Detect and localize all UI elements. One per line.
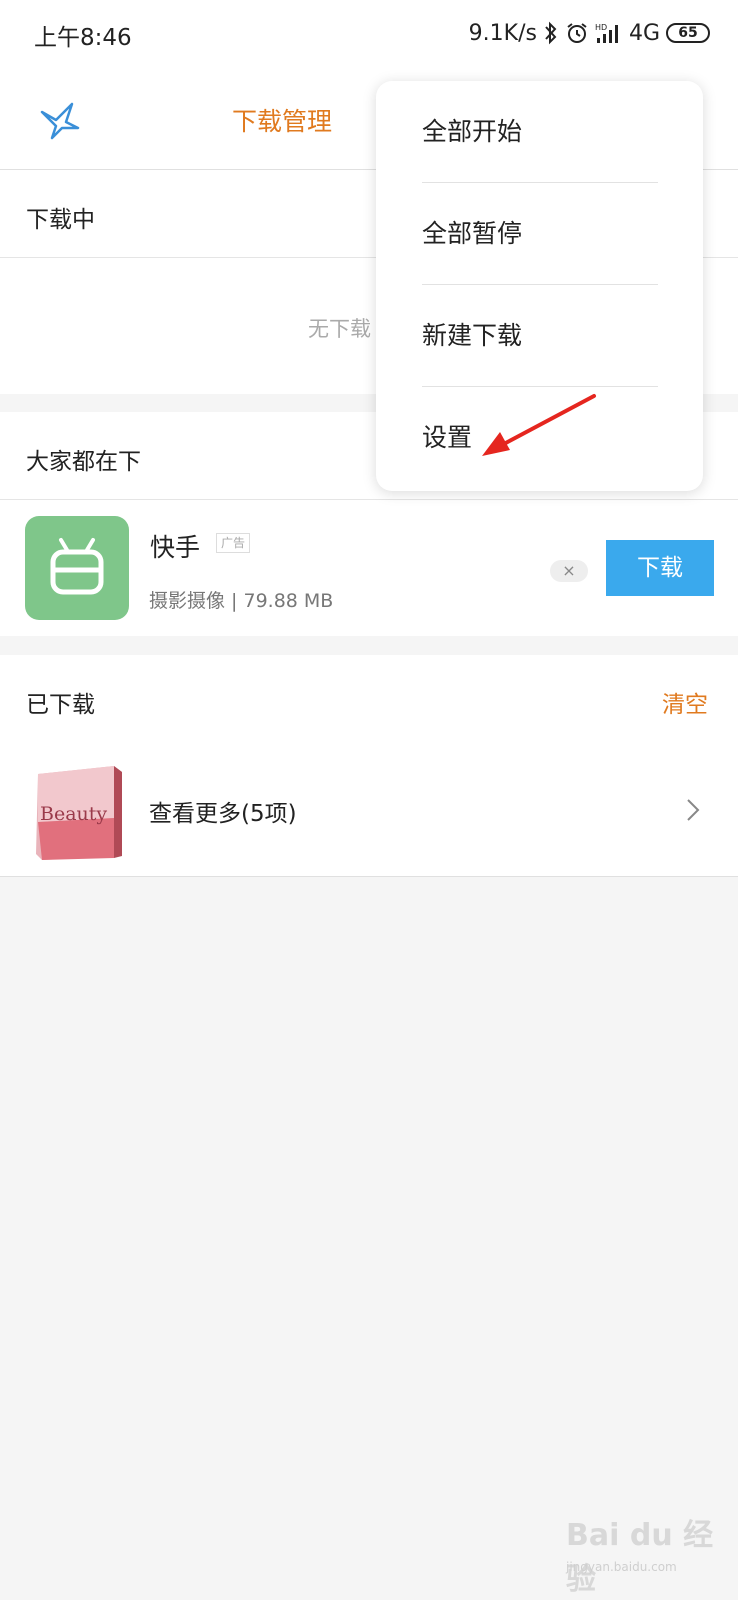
empty-text: 无下载 [308,317,371,341]
beauty-thumb-text: Beauty [40,803,107,825]
signal-icon: HD [595,22,623,44]
network-type: 4G [628,20,660,46]
svg-text:HD: HD [595,23,607,32]
recommend-header-label: 大家都在下 [26,449,141,475]
annotation-arrow-icon [480,390,600,464]
view-more-row[interactable]: Beauty 查看更多(5项) [0,742,738,877]
status-time: 上午8:46 [34,25,132,51]
beauty-app-thumbnail: Beauty [32,762,126,862]
status-bar: 上午8:46 9.1K/s HD 4G 65 [0,0,738,68]
chevron-right-icon [686,798,700,826]
close-icon[interactable]: × [550,560,588,582]
watermark-main: Bai du 经验 [566,1518,714,1597]
menu-item-start-all[interactable]: 全部开始 [422,81,658,183]
watermark-sub: jingyan.baidu.com [566,1560,677,1574]
downloading-header-label: 下载中 [26,207,95,233]
clear-button[interactable]: 清空 [662,685,708,719]
app-icon [25,516,129,620]
app-name: 快手 [150,533,201,562]
alarm-icon [565,21,589,45]
battery-icon: 65 [666,23,710,43]
downloaded-header-label: 已下载 [26,692,95,718]
baidu-watermark: Bai du 经验 jingyan.baidu.com [566,1510,716,1597]
bird-logo-icon[interactable] [38,98,82,142]
view-more-label: 查看更多(5项) [149,801,297,827]
download-button[interactable]: 下载 [606,540,714,596]
network-speed: 9.1K/s [468,20,537,46]
ad-badge: 广告 [216,533,251,553]
menu-item-pause-all[interactable]: 全部暂停 [422,183,658,285]
bluetooth-icon [543,21,559,45]
status-icons: 9.1K/s HD 4G 65 [469,18,710,48]
menu-item-new-download[interactable]: 新建下载 [422,285,658,387]
downloaded-header: 已下载 清空 [0,655,738,743]
app-meta: 摄影摄像 | 79.88 MB [149,590,334,612]
ad-app-row[interactable]: 快手 广告 摄影摄像 | 79.88 MB × 下载 [0,500,738,636]
page-title: 下载管理 [232,107,333,136]
